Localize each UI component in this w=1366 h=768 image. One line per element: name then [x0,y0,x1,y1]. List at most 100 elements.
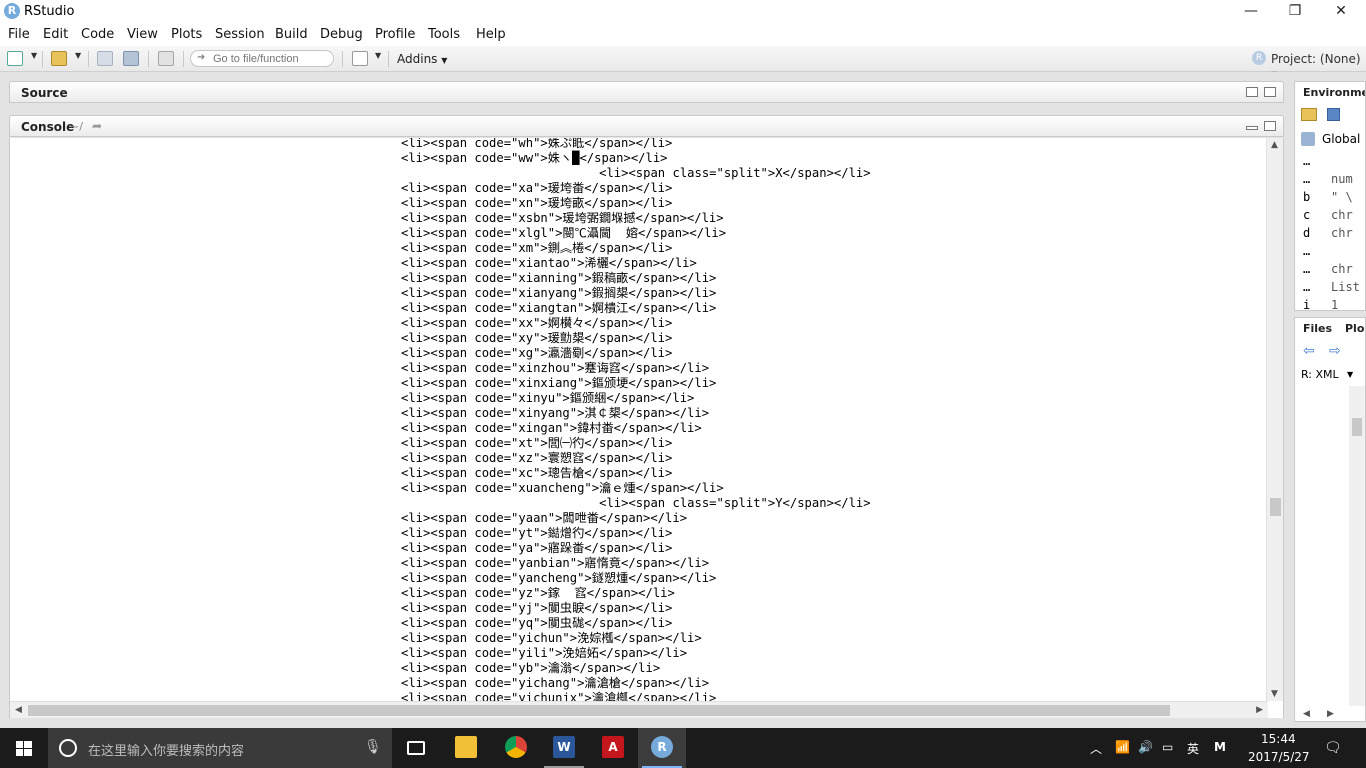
back-arrow-icon[interactable]: ⇦ [1303,343,1315,359]
open-folder-icon[interactable] [51,51,67,66]
taskbar-chrome[interactable] [492,728,540,768]
console-line: <li><span code="yb">瀹滃</span></li> [401,661,661,675]
task-view-button[interactable] [392,728,440,768]
restore-pane-icon[interactable] [1246,87,1258,97]
show-hidden-icons-icon[interactable]: ︿ [1090,740,1102,757]
console-horizontal-scrollbar[interactable]: ◀ ▶ [10,701,1268,718]
source-pane-title: Source [21,86,68,100]
taskbar-search-placeholder: 在这里输入你要搜索的内容 [88,744,245,759]
action-center-icon[interactable]: 🗨 [1324,740,1342,756]
microphone-icon[interactable]: 🎙 [364,739,382,755]
menu-code[interactable]: Code [81,27,114,42]
console-line: <li><span code="xc">璁告槍</span></li> [401,466,673,480]
tab-files[interactable]: Files [1303,322,1332,335]
minimize-pane-icon[interactable] [1246,126,1258,130]
save-all-icon[interactable] [123,51,139,66]
environment-scope[interactable]: Global [1322,132,1360,146]
environment-row-name[interactable]: c [1303,208,1310,222]
console-vertical-scrollbar[interactable]: ▲ ▼ [1266,138,1283,701]
window-title: RStudio [24,4,75,19]
scroll-down-icon[interactable]: ▼ [1271,689,1278,699]
menu-tools[interactable]: Tools [428,27,460,42]
save-icon[interactable] [97,51,113,66]
scroll-left-icon[interactable]: ◀ [15,705,22,715]
minimize-button[interactable]: — [1228,0,1274,23]
go-to-directory-icon[interactable]: ➦ [92,119,102,133]
maximize-button[interactable]: ❐ [1272,0,1318,23]
files-scroll-thumb[interactable] [1352,418,1362,436]
menu-build[interactable]: Build [275,27,308,42]
restore-pane-icon[interactable] [1264,121,1276,131]
volume-icon[interactable]: 🔊 [1138,740,1153,754]
taskbar-acrobat[interactable]: A [589,728,637,768]
taskbar-file-explorer[interactable] [442,728,490,768]
tab-plots[interactable]: Plo [1345,322,1364,335]
tab-environment[interactable]: Environme [1303,86,1365,99]
environment-row-name[interactable]: … [1303,262,1310,276]
network-icon[interactable]: 📶 [1115,740,1130,754]
pane-layout-dropdown-icon[interactable]: ▼ [375,51,381,60]
environment-row-name[interactable]: i [1303,298,1310,310]
clock-date[interactable]: 2017/5/27 [1248,750,1310,764]
console-output[interactable]: <li><span code="wh">姝ぷ眡</span></li> <li><… [9,138,1284,718]
console-line: <li><span code="wh">姝ぷ眡</span></li> [401,138,673,150]
console-pane-header: Console ~/ ➦ [9,115,1284,137]
print-icon[interactable] [158,51,174,66]
menu-plots[interactable]: Plots [171,27,202,42]
clock-time[interactable]: 15:44 [1261,732,1296,746]
menu-debug[interactable]: Debug [320,27,363,42]
menu-file[interactable]: File [8,27,30,42]
new-file-dropdown-icon[interactable]: ▼ [31,51,37,60]
task-view-icon [407,741,425,755]
horizontal-scroll-thumb[interactable] [28,705,1170,716]
open-recent-dropdown-icon[interactable]: ▼ [75,51,81,60]
console-line: <li><span code="xz">寰愬窞</span></li> [401,451,673,465]
addins-menu[interactable]: Addins ▼ [397,52,447,66]
ime-mode-indicator[interactable]: M [1214,740,1226,754]
addins-dropdown-icon: ▼ [441,56,448,65]
ime-language-indicator[interactable]: 英 [1187,740,1199,757]
vertical-scroll-thumb[interactable] [1270,498,1281,516]
menu-edit[interactable]: Edit [43,27,68,42]
toolbar-divider [388,51,389,67]
go-to-file-input[interactable] [213,52,331,65]
close-button[interactable]: ✕ [1318,0,1364,23]
console-line: <li><span code="yt">鐑熷彴</span></li> [401,526,673,540]
console-line: <li><span code="xianyang">鍜搁槼</span></li… [401,286,717,300]
scroll-left-icon[interactable]: ◀ [1303,709,1310,719]
environment-row-name[interactable]: b [1303,190,1310,204]
scroll-right-icon[interactable]: ▶ [1256,705,1263,715]
save-workspace-icon[interactable] [1327,108,1340,121]
menu-session[interactable]: Session [215,27,265,42]
scroll-right-icon[interactable]: ▶ [1327,709,1334,719]
source-pane-header: Source [9,81,1284,103]
taskbar-rstudio[interactable]: R [638,728,686,768]
go-to-file-box[interactable]: ➜ [190,50,334,67]
console-line: <li><span code="xiangtan">婀樻江</span></li… [401,301,717,315]
console-line: <li><span code="xm">鍘︽棬</span></li> [401,241,673,255]
document-language-selector[interactable]: R: XML [1301,368,1339,381]
load-workspace-icon[interactable] [1301,108,1317,121]
project-icon: R [1252,51,1266,65]
language-dropdown-icon[interactable]: ▼ [1347,370,1353,379]
battery-icon[interactable]: ▭ [1162,740,1173,754]
taskbar-word[interactable]: W [540,728,588,768]
forward-arrow-icon[interactable]: ⇨ [1329,343,1341,359]
scroll-up-icon[interactable]: ▲ [1271,140,1278,150]
files-vertical-scrollbar[interactable] [1349,386,1365,706]
environment-row-name[interactable]: … [1303,244,1310,258]
menu-help[interactable]: Help [476,27,506,42]
start-button[interactable] [0,728,48,768]
console-line: <li><span code="yj">闃虫睙</span></li> [401,601,673,615]
maximize-pane-icon[interactable] [1264,87,1276,97]
environment-row-name[interactable]: … [1303,280,1310,294]
taskbar-search-box[interactable]: 在这里输入你要搜索的内容 🎙 [48,728,392,768]
menu-profile[interactable]: Profile [375,27,415,42]
new-file-icon[interactable] [7,51,23,66]
pane-layout-icon[interactable] [352,51,368,66]
environment-row-name[interactable]: d [1303,226,1310,240]
environment-row-name[interactable]: … [1303,154,1310,168]
console-line: <li><span code="xg">瀛濇劅</span></li> [401,346,673,360]
environment-row-name[interactable]: … [1303,172,1310,186]
menu-view[interactable]: View [127,27,158,42]
